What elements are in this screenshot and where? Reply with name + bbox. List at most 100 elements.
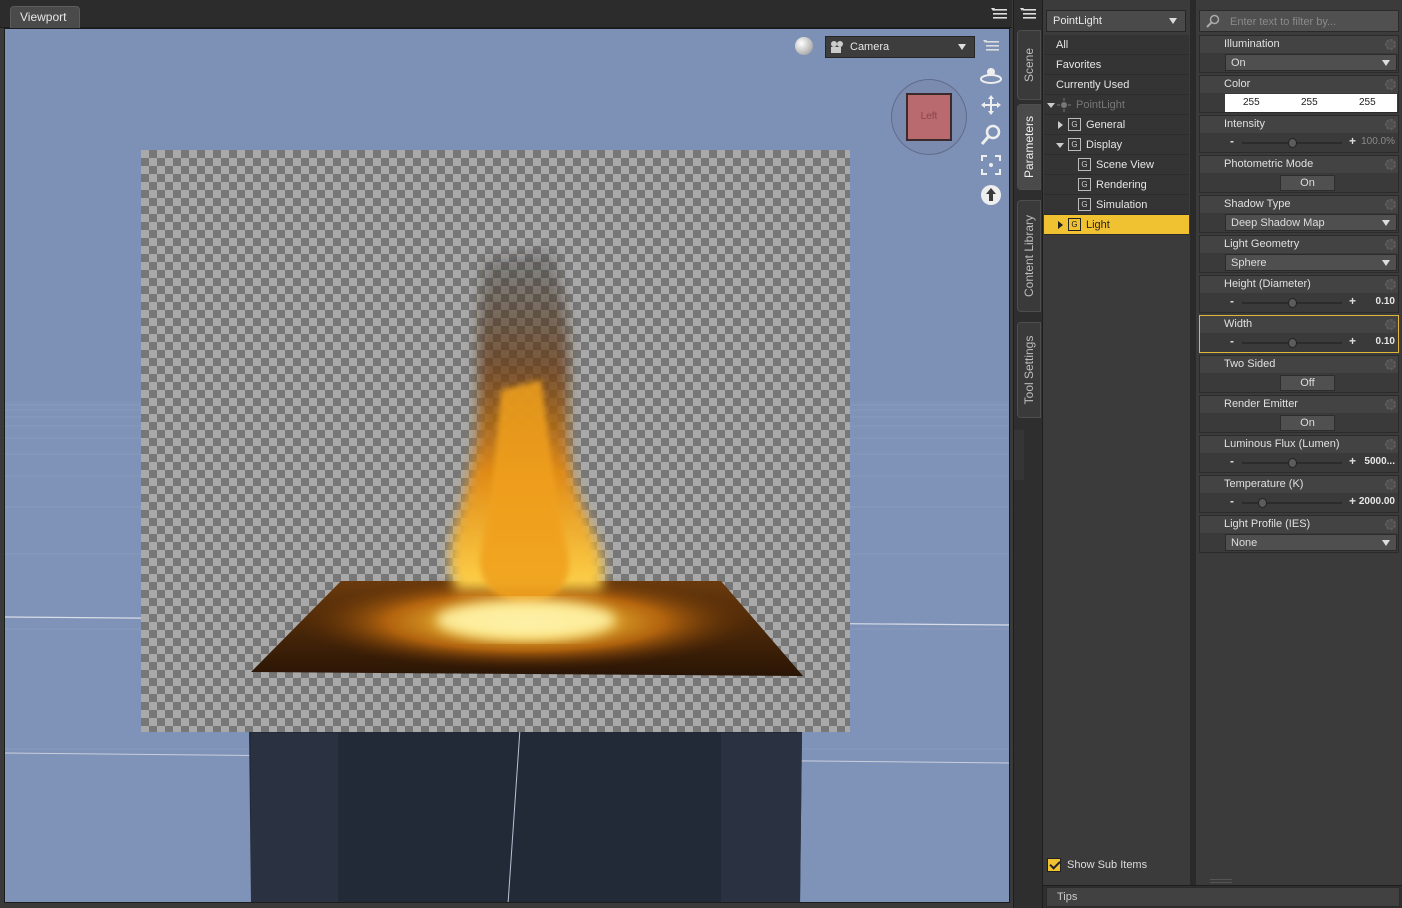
- expand-down-icon[interactable]: [1047, 103, 1055, 108]
- slider-knob[interactable]: [1257, 498, 1267, 508]
- group-currently-used[interactable]: Currently Used: [1044, 75, 1189, 95]
- checkbox-checked-icon[interactable]: [1047, 858, 1061, 872]
- intensity-value[interactable]: 100.0%: [1361, 136, 1395, 147]
- decrement-button[interactable]: -: [1230, 334, 1234, 348]
- decrement-button[interactable]: -: [1230, 454, 1234, 468]
- viewport-tab[interactable]: Viewport: [10, 6, 80, 28]
- reset-view-icon[interactable]: [979, 183, 1003, 207]
- two-sided-toggle[interactable]: Off: [1280, 375, 1335, 391]
- viewport-menu-icon[interactable]: [983, 38, 1001, 54]
- expand-down-icon[interactable]: [1056, 143, 1064, 148]
- color-red-value[interactable]: 255: [1243, 97, 1260, 108]
- decrement-button[interactable]: -: [1230, 294, 1234, 308]
- tips-tab[interactable]: Tips: [1046, 887, 1400, 907]
- group-node-header[interactable]: PointLight: [1044, 95, 1189, 115]
- show-sub-items-checkbox[interactable]: Show Sub Items: [1047, 856, 1147, 874]
- slider-knob[interactable]: [1287, 138, 1297, 148]
- color-swatch[interactable]: 255 255 255: [1225, 94, 1397, 112]
- drawstyle-sphere-icon[interactable]: [795, 37, 813, 55]
- luminous-flux-value[interactable]: 5000...: [1364, 456, 1395, 467]
- expand-right-icon[interactable]: [1058, 121, 1063, 129]
- expand-right-icon[interactable]: [1058, 221, 1063, 229]
- shadow-type-dropdown[interactable]: Deep Shadow Map: [1225, 214, 1397, 231]
- node-select[interactable]: PointLight: [1046, 10, 1186, 32]
- prop-render-emitter: Render Emitter On: [1199, 395, 1399, 433]
- increment-button[interactable]: +: [1349, 494, 1356, 508]
- viewport-canvas[interactable]: Camera Left: [4, 28, 1010, 903]
- gear-icon[interactable]: [1385, 39, 1396, 50]
- width-value[interactable]: 0.10: [1376, 336, 1395, 347]
- chevron-down-icon: [1382, 540, 1390, 546]
- pane-menu-icon[interactable]: [990, 6, 1010, 22]
- intensity-slider[interactable]: [1242, 138, 1342, 148]
- render-emitter-toggle[interactable]: On: [1280, 415, 1335, 431]
- node-select-label: PointLight: [1053, 15, 1102, 27]
- pane-menu-icon[interactable]: [1020, 6, 1038, 22]
- gear-icon[interactable]: [1385, 279, 1396, 290]
- tab-scene[interactable]: Scene: [1017, 30, 1041, 100]
- gear-icon[interactable]: [1385, 79, 1396, 90]
- frame-icon[interactable]: [979, 153, 1003, 177]
- slider-knob[interactable]: [1287, 458, 1297, 468]
- temperature-value[interactable]: 2000.00: [1359, 496, 1395, 507]
- gear-icon[interactable]: [1385, 399, 1396, 410]
- group-display[interactable]: G Display: [1044, 135, 1189, 155]
- camera-select[interactable]: Camera: [825, 36, 975, 58]
- color-blue-value[interactable]: 255: [1359, 97, 1376, 108]
- group-rendering[interactable]: G Rendering: [1044, 175, 1189, 195]
- luminous-flux-slider[interactable]: [1242, 458, 1342, 468]
- collapse-handle[interactable]: [1014, 430, 1024, 480]
- group-icon: G: [1068, 218, 1081, 231]
- height-slider[interactable]: [1242, 298, 1342, 308]
- increment-button[interactable]: +: [1349, 334, 1356, 348]
- prop-light-geometry: Light Geometry Sphere: [1199, 235, 1399, 273]
- decrement-button[interactable]: -: [1230, 494, 1234, 508]
- camera-toolbar: Camera: [795, 35, 1005, 59]
- width-slider[interactable]: [1242, 338, 1342, 348]
- pan-icon[interactable]: [979, 93, 1003, 117]
- group-favorites[interactable]: Favorites: [1044, 55, 1189, 75]
- group-icon: G: [1078, 158, 1091, 171]
- zoom-icon[interactable]: [979, 123, 1003, 147]
- gear-icon[interactable]: [1385, 239, 1396, 250]
- gear-icon[interactable]: [1385, 119, 1396, 130]
- color-green-value[interactable]: 255: [1301, 97, 1318, 108]
- prop-temperature: Temperature (K) - + 2000.00: [1199, 475, 1399, 513]
- temperature-slider[interactable]: [1242, 498, 1342, 508]
- gear-icon[interactable]: [1385, 199, 1396, 210]
- illumination-dropdown[interactable]: On: [1225, 54, 1397, 71]
- orbit-icon[interactable]: [979, 63, 1003, 87]
- gear-icon[interactable]: [1385, 159, 1396, 170]
- view-cube-face[interactable]: Left: [906, 93, 952, 141]
- filter-input[interactable]: Enter text to filter by...: [1199, 10, 1399, 32]
- chevron-down-icon: [1382, 220, 1390, 226]
- decrement-button[interactable]: -: [1230, 134, 1234, 148]
- camera-icon: [831, 41, 843, 53]
- tab-tool-settings[interactable]: Tool Settings: [1017, 322, 1041, 418]
- search-icon: [1206, 14, 1220, 28]
- resize-grip[interactable]: [1210, 879, 1232, 883]
- group-simulation[interactable]: G Simulation: [1044, 195, 1189, 215]
- group-all[interactable]: All: [1044, 35, 1189, 55]
- photometric-mode-toggle[interactable]: On: [1280, 175, 1335, 191]
- tab-content-library[interactable]: Content Library: [1017, 200, 1041, 312]
- gear-icon[interactable]: [1385, 439, 1396, 450]
- increment-button[interactable]: +: [1349, 294, 1356, 308]
- height-value[interactable]: 0.10: [1376, 296, 1395, 307]
- light-geometry-dropdown[interactable]: Sphere: [1225, 254, 1397, 271]
- group-general[interactable]: G General: [1044, 115, 1189, 135]
- view-cube[interactable]: Left: [891, 79, 967, 155]
- increment-button[interactable]: +: [1349, 454, 1356, 468]
- slider-knob[interactable]: [1287, 338, 1297, 348]
- light-profile-dropdown[interactable]: None: [1225, 534, 1397, 551]
- tab-parameters[interactable]: Parameters: [1017, 104, 1041, 190]
- increment-button[interactable]: +: [1349, 134, 1356, 148]
- group-light[interactable]: G Light: [1044, 215, 1189, 235]
- chevron-down-icon: [1169, 18, 1177, 24]
- gear-icon[interactable]: [1385, 519, 1396, 530]
- gear-icon[interactable]: [1385, 359, 1396, 370]
- slider-knob[interactable]: [1287, 298, 1297, 308]
- gear-icon[interactable]: [1385, 319, 1396, 330]
- group-scene-view[interactable]: G Scene View: [1044, 155, 1189, 175]
- gear-icon[interactable]: [1385, 479, 1396, 490]
